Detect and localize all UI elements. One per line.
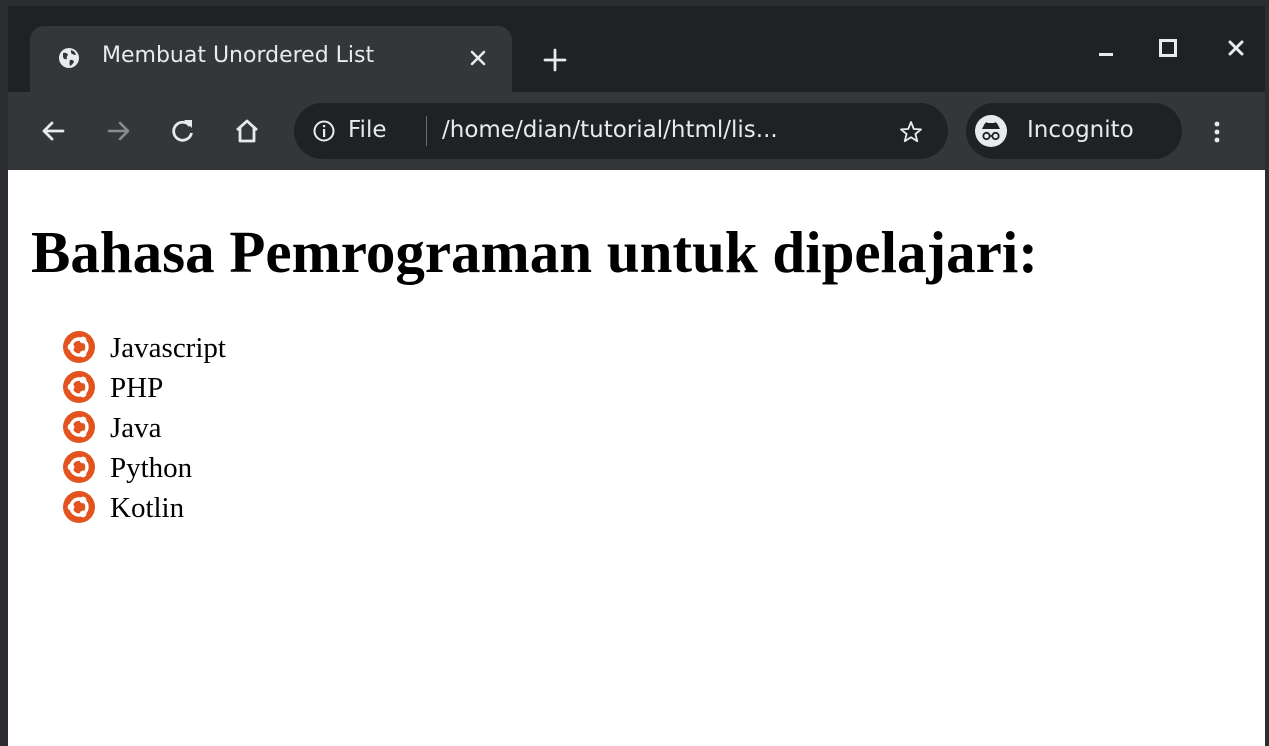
list-item: Python <box>62 448 226 488</box>
list-item: Javascript <box>62 328 226 368</box>
list-item-label: Javascript <box>110 332 226 364</box>
list-item: PHP <box>62 368 226 408</box>
back-arrow-icon[interactable] <box>38 116 68 146</box>
reload-icon[interactable] <box>168 116 198 146</box>
toolbar: File /home/dian/tutorial/html/lis... Inc… <box>8 92 1265 170</box>
bookmark-star-icon[interactable] <box>898 119 924 145</box>
minimize-button[interactable] <box>1094 36 1118 60</box>
language-list: Javascript PHP Java Python Kotlin <box>62 328 226 528</box>
tab-strip: Membuat Unordered List <box>8 6 1265 92</box>
ubuntu-logo-bullet-icon <box>63 411 95 443</box>
incognito-icon <box>975 115 1007 147</box>
url-separator <box>426 116 427 146</box>
more-menu-icon[interactable] <box>1204 119 1230 145</box>
incognito-label: Incognito <box>1027 117 1134 143</box>
list-item-label: Java <box>110 412 162 444</box>
home-icon[interactable] <box>232 116 262 146</box>
tab-title: Membuat Unordered List <box>102 43 375 68</box>
ubuntu-logo-bullet-icon <box>63 491 95 523</box>
page-content: Bahasa Pemrograman untuk dipelajari: Jav… <box>8 170 1265 746</box>
browser-window: Membuat Unordered List File /home/dian/t… <box>0 0 1269 746</box>
list-item: Kotlin <box>62 488 226 528</box>
address-bar[interactable]: File /home/dian/tutorial/html/lis... <box>294 103 948 159</box>
maximize-button[interactable] <box>1156 36 1180 60</box>
globe-icon <box>59 48 79 68</box>
info-icon[interactable] <box>312 119 336 143</box>
list-item-label: Kotlin <box>110 492 185 524</box>
forward-arrow-icon[interactable] <box>104 116 134 146</box>
list-item-label: PHP <box>110 372 164 404</box>
page-heading: Bahasa Pemrograman untuk dipelajari: <box>31 219 1038 285</box>
tab-active[interactable]: Membuat Unordered List <box>30 26 512 92</box>
ubuntu-logo-bullet-icon <box>63 451 95 483</box>
ubuntu-logo-bullet-icon <box>63 371 95 403</box>
incognito-badge[interactable]: Incognito <box>966 103 1182 159</box>
list-item-label: Python <box>110 452 193 484</box>
new-tab-button[interactable] <box>542 47 568 73</box>
list-item: Java <box>62 408 226 448</box>
url-scheme-label: File <box>348 117 387 143</box>
close-tab-icon[interactable] <box>466 46 490 70</box>
ubuntu-logo-bullet-icon <box>63 331 95 363</box>
close-window-button[interactable] <box>1224 36 1248 60</box>
url-text[interactable]: /home/dian/tutorial/html/lis... <box>442 117 778 143</box>
